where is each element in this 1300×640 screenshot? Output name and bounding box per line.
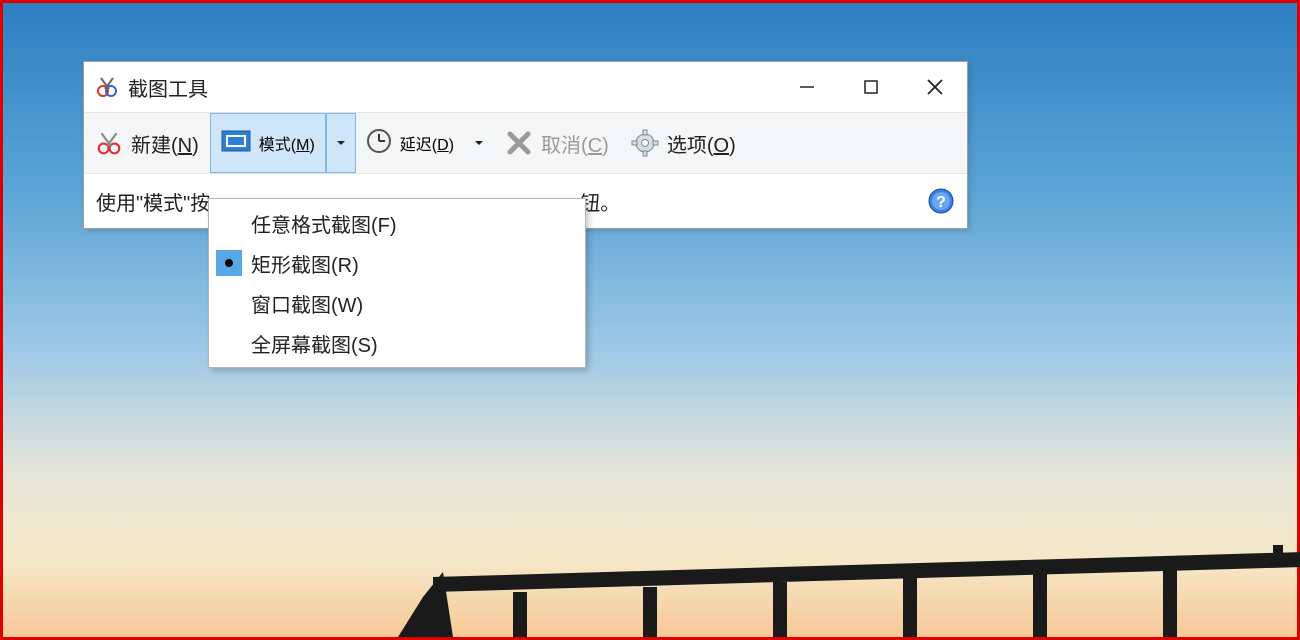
cancel-label: 取消(C) bbox=[541, 129, 609, 158]
minimize-button[interactable] bbox=[775, 62, 839, 112]
selected-indicator bbox=[211, 250, 247, 276]
chevron-down-icon bbox=[335, 137, 347, 149]
window-title: 截图工具 bbox=[128, 73, 775, 102]
options-label: 选项(O) bbox=[667, 129, 736, 158]
delay-button[interactable]: 延迟(D) bbox=[356, 113, 494, 173]
window-controls bbox=[775, 62, 967, 112]
new-label: 新建(N) bbox=[131, 129, 199, 158]
gear-icon bbox=[631, 129, 659, 157]
delay-dropdown-caret[interactable] bbox=[464, 113, 494, 173]
clock-icon bbox=[366, 128, 392, 159]
mode-label: 模式(M) bbox=[259, 131, 315, 155]
mode-menu-item-fullscreen[interactable]: 全屏幕截图(S) bbox=[211, 323, 583, 363]
mode-menu-item-rectangle[interactable]: 矩形截图(R) bbox=[211, 243, 583, 283]
maximize-button[interactable] bbox=[839, 62, 903, 112]
titlebar[interactable]: 截图工具 bbox=[84, 62, 967, 112]
svg-text:?: ? bbox=[936, 194, 946, 211]
snipping-tool-icon bbox=[94, 74, 120, 100]
mode-dropdown-caret[interactable] bbox=[326, 113, 356, 173]
mode-dropdown-menu: 任意格式截图(F) 矩形截图(R) 窗口截图(W) 全屏幕截图(S) bbox=[208, 198, 586, 368]
cancel-x-icon bbox=[505, 129, 533, 157]
new-button[interactable]: 新建(N) bbox=[84, 113, 210, 173]
toolbar: 新建(N) 模式(M) bbox=[84, 112, 967, 174]
scissors-icon bbox=[95, 129, 123, 157]
delay-label: 延迟(D) bbox=[400, 131, 454, 155]
chevron-down-icon bbox=[473, 137, 485, 149]
help-icon[interactable]: ? bbox=[927, 187, 955, 215]
mode-button[interactable]: 模式(M) bbox=[210, 113, 356, 173]
mode-menu-item-window[interactable]: 窗口截图(W) bbox=[211, 283, 583, 323]
landscape-silhouette bbox=[3, 517, 1300, 637]
options-button[interactable]: 选项(O) bbox=[620, 113, 747, 173]
close-button[interactable] bbox=[903, 62, 967, 112]
rectangle-mode-icon bbox=[221, 130, 251, 157]
mode-menu-item-freeform[interactable]: 任意格式截图(F) bbox=[211, 203, 583, 243]
cancel-button: 取消(C) bbox=[494, 113, 620, 173]
